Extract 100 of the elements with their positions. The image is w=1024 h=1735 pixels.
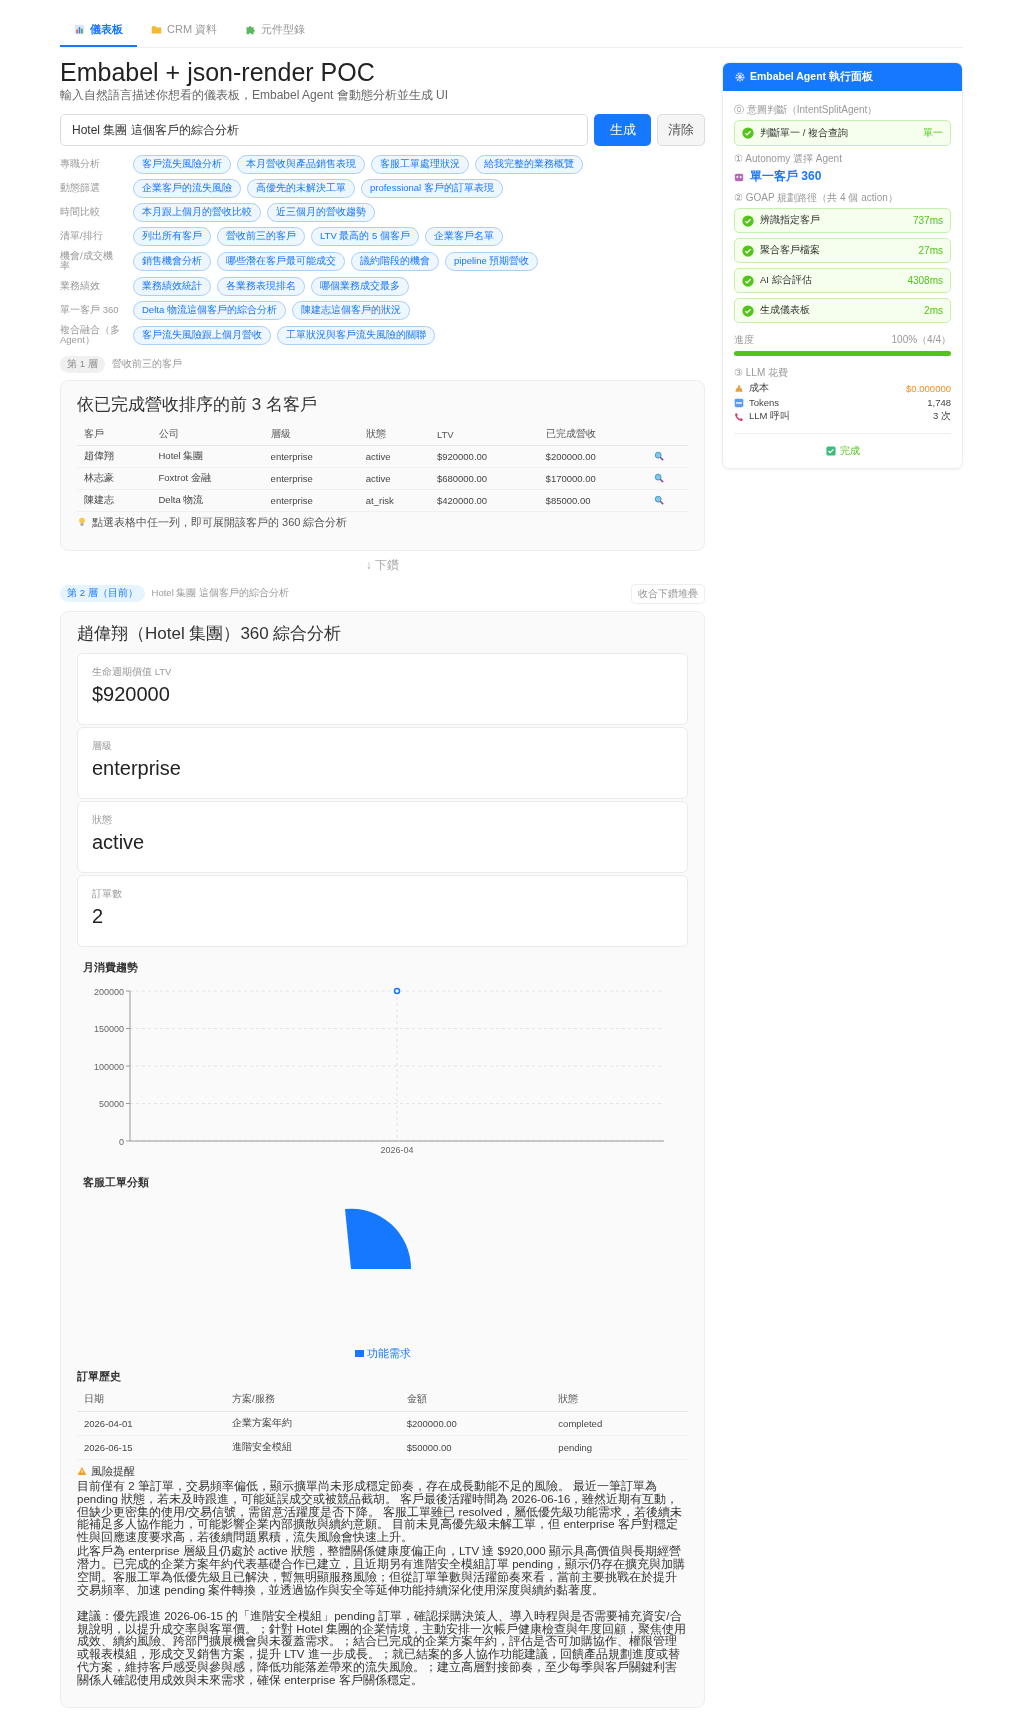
y-tick-label: 50000 [98, 1098, 124, 1109]
column-header: 金額 [399, 1387, 552, 1412]
table-cell: 進階安全模組 [224, 1435, 400, 1460]
category-label: 專職分析 [60, 159, 101, 170]
table-cell: $920000.00 [429, 445, 539, 468]
table-cell: active [358, 467, 430, 490]
step-label: 聚合客戶檔案 [760, 244, 821, 257]
step-label: 辨識指定客戶 [760, 214, 821, 227]
step-label: AI 綜合評估 [760, 274, 813, 287]
table-cell: $170000.00 [538, 467, 648, 490]
card-title: 依已完成營收排序的前 3 名客戶 [77, 393, 318, 416]
stat-value: enterprise [92, 756, 182, 780]
section-title: 風險提醒 [91, 1463, 135, 1479]
column-header: 已完成營收 [538, 423, 648, 446]
column-header: 公司 [151, 423, 264, 446]
category-label: 時間比較 [60, 207, 101, 218]
table-cell: $85000.00 [538, 489, 648, 512]
metric-label: 成本 [749, 382, 770, 395]
table-cell: $680000.00 [429, 467, 539, 490]
section-label: ⓪ 意圖判斷（IntentSplitAgent） [734, 103, 879, 117]
drill-down-label: ↓ 下鑽 [364, 556, 401, 574]
metric-value: $0.000000 [906, 383, 951, 394]
table-cell: enterprise [263, 489, 359, 512]
layer-badge: 第 2 層（目前） [60, 585, 145, 603]
step-duration: 27ms [918, 245, 943, 256]
section-label: ① Autonomy 選擇 Agent [734, 152, 843, 166]
stat-label: 生命週期價值 LTV [92, 665, 173, 679]
column-header: 方案/服務 [224, 1387, 400, 1412]
y-tick-label: 100000 [93, 1061, 124, 1072]
column-header: 狀態 [551, 1387, 688, 1412]
step-duration: 737ms [913, 215, 943, 226]
category-label: 清單/排行 [60, 231, 104, 242]
paragraph: 目前僅有 2 筆訂單，交易頻率偏低，顯示擴單尚未形成穩定節奏，存在成長動能不足的風險。 最近一筆訂單為 pending 狀態，若未及時跟進，可能延誤成交或被競品截胡。 客戶最後活躍時間為 2026-06-16，雖然近期有互動，但缺少更密集的使用/交易信號，需留意活躍度是否下降。 客服工單雖已 resolved，屬低優先級功能需求，若後續未能補足多人協作能力，可能影響企業內部擴散與續約意願。 目前未見高優先級未解工單，但 enterprise 客戶對穩定性與回應速度要求高，若後續問題累積，流失風險會快速上升。 [77, 1479, 684, 1545]
table-cell: Delta 物流 [151, 489, 264, 512]
table-cell: 企業方案年約 [224, 1411, 400, 1436]
progress-reading: 100%（4/4） [891, 333, 951, 347]
layer-caption: Hotel 集團 這個客戶的綜合分析 [151, 587, 291, 601]
chart-title: 月消費趨勢 [83, 960, 139, 975]
table-cell: $200000.00 [399, 1411, 552, 1436]
table-cell: 林志豪 [77, 467, 152, 490]
column-header: 狀態 [358, 423, 430, 446]
table-cell: $50000.00 [399, 1435, 552, 1460]
card-title: 趙偉翔（Hotel 集團）360 綜合分析 [77, 622, 343, 645]
agent-name: 單一客戶 360 [750, 168, 822, 185]
stat-value: 2 [92, 904, 105, 928]
section-title: 訂單歷史 [77, 1368, 122, 1384]
chart-title: 客服工單分類 [83, 1175, 150, 1190]
step-duration: 4308ms [907, 275, 943, 286]
stat-value: active [92, 830, 146, 854]
stat-label: 狀態 [92, 813, 113, 827]
stat-label: 訂單數 [92, 887, 123, 901]
table-cell: active [358, 445, 430, 468]
y-tick-label: 0 [119, 1136, 124, 1147]
column-header: 客戶 [77, 423, 152, 446]
category-label: 複合融合（多 Agent） [60, 324, 120, 346]
table-cell: Foxtrot 金融 [151, 467, 264, 490]
step-label: 判斷單一 / 複合查詢 [760, 126, 849, 140]
table-cell: Hotel 集團 [151, 445, 264, 468]
progress-label: 進度 [734, 333, 754, 347]
table-cell: at_risk [358, 489, 430, 512]
table-cell: enterprise [263, 445, 359, 468]
table-cell: 陳建志 [77, 489, 152, 512]
table-cell: 趙偉翔 [77, 445, 152, 468]
section-label: ② GOAP 規劃路徑（共 4 個 action） [734, 191, 899, 205]
column-header: 層級 [263, 423, 359, 446]
layer-caption: 營收前三的客戶 [111, 357, 183, 371]
table-cell: 2026-04-01 [77, 1411, 225, 1436]
stat-label: 層級 [92, 739, 113, 753]
table-cell: completed [551, 1411, 688, 1436]
category-label: 動態篩選 [60, 183, 101, 194]
paragraph: 建議：優先跟進 2026-06-15 的「進階安全模組」pending 訂單，確認採購決策人、導入時程與是否需要補充資安/合規說明，以提升成交率與客單價。；針對 Hotel 集團的企業情境，主動安排一次帳戶健康檢查與年度回顧，聚焦使用成效、續約風險、跨部門擴展機會與未覆蓋需求。；結合已完成的企業方案年約，評估是否可加購協作、權限管理或報表模組，形成交叉銷售方案，提升 LTV 進一步成長。；就已結案的多人協作功能建議，回饋產品規劃進度或替代方案，維持客戶感受與參與感，降低功能落差帶來的流失風險。；建立高層對接節奏，至少每季與客戶關鍵利害關係人確認使用成效與未來需求，確保 enterprise 客戶關係穩定。 [77, 1609, 688, 1687]
column-header: 日期 [77, 1387, 225, 1412]
section-label: ③ LLM 花費 [734, 366, 789, 380]
panel-title: Embabel Agent 執行面板 [750, 70, 873, 84]
category-label: 業務績效 [60, 281, 101, 292]
table-cell: $420000.00 [429, 489, 539, 512]
page-title: Embabel + json-render POC [60, 58, 376, 87]
table-cell: enterprise [263, 467, 359, 490]
status-label: 完成 [839, 444, 860, 458]
metric-label: Tokens [749, 397, 781, 408]
step-duration: 2ms [924, 305, 943, 316]
step-label: 生成儀表板 [760, 304, 811, 317]
legend-label: 功能需求 [366, 1345, 411, 1361]
metric-value: 3 次 [933, 410, 951, 423]
category-label: 機會/成交機率 [60, 251, 114, 272]
y-tick-label: 150000 [93, 1023, 124, 1034]
paragraph: 此客戶為 enterprise 層級且仍處於 active 狀態，整體關係健康度偏正向，LTV 達 $920,000 顯示具高價值與長期經營潛力。已完成的企業方案年約代表基礎合作已建立，且近期另有進階安全模組訂單 pending，顯示仍存在擴充與加購空間。客服工單為低優先級且已解決，暫無明顯服務風險；但從訂單筆數與活躍節奏來看，當前主要挑戰在於提升交易頻率、加速 pending 案件轉換，並透過協作與安全等延伸功能持續深化使用深度與續約黏著度。 [77, 1545, 687, 1597]
column-header: LTV [429, 423, 539, 446]
metric-value: 1,748 [927, 397, 951, 408]
page-subtitle: 輸入自然語言描述你想看的儀表板，Embabel Agent 會動態分析並生成 UI [60, 87, 450, 104]
stat-value: $920000 [92, 682, 171, 706]
x-tick-label: 2026-04 [380, 1144, 414, 1154]
hint-text: 點選表格中任一列，即可展開該客戶的 360 綜合分析 [92, 514, 348, 530]
table-cell: $200000.00 [538, 445, 648, 468]
y-tick-label: 200000 [93, 986, 124, 997]
layer-badge: 第 1 層 [60, 355, 105, 373]
table-cell: pending [551, 1435, 688, 1460]
table-cell: 2026-06-15 [77, 1435, 225, 1460]
step-value: 單一 [923, 126, 943, 140]
metric-label: LLM 呼叫 [749, 410, 792, 423]
